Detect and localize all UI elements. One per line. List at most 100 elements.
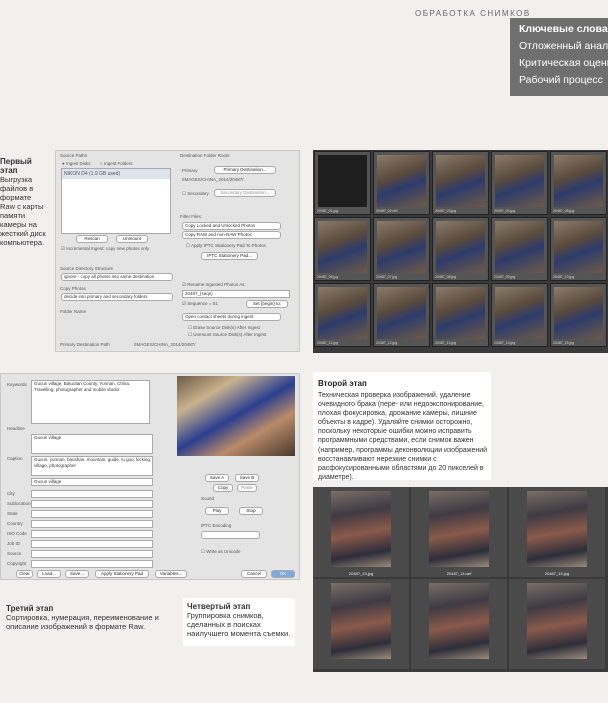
- stage1-title: Первый этап: [0, 157, 32, 175]
- primary-destination-button[interactable]: Primary Destination...: [214, 166, 276, 174]
- preview-thumbnail[interactable]: [313, 579, 409, 669]
- copy-button[interactable]: Copy: [213, 484, 233, 492]
- contact-thumbnail[interactable]: 20487_12.jpg: [373, 283, 430, 347]
- stage4-caption: Четвертый этап Группировка снимков, сдел…: [183, 598, 295, 646]
- keyword-item: Критическая оценка: [519, 57, 608, 69]
- preview-sheet: 20487_13.jpg 20487_14.nef 20487_15.jpg: [313, 487, 608, 672]
- thumbnail-label: 20487_09.jpg: [494, 275, 516, 279]
- contact-thumbnail[interactable]: 20487_01.jpg: [314, 151, 371, 215]
- variables-button[interactable]: Variables...: [155, 570, 187, 578]
- load-button[interactable]: Load...: [37, 570, 61, 578]
- contact-thumbnail[interactable]: 20487_04.jpg: [491, 151, 548, 215]
- thumbnail-label: 20487_01.jpg: [317, 209, 339, 213]
- paste-button[interactable]: Paste: [237, 484, 257, 492]
- iptc-row-field[interactable]: [31, 510, 153, 518]
- secondary-checkbox[interactable]: ☐ Secondary: [182, 191, 209, 197]
- disk-item[interactable]: NIKON D4 (1.9 GB used): [62, 169, 170, 179]
- iptc-row-field[interactable]: [31, 500, 153, 508]
- write-unicode-checkbox[interactable]: ☐ Write as Unicode: [201, 549, 240, 555]
- copy-photos-select[interactable]: decide into primary and secondary folder…: [61, 293, 173, 301]
- disk-list[interactable]: NIKON D4 (1.9 GB used): [61, 168, 171, 234]
- preview-label: 20487_14.nef: [446, 571, 472, 576]
- play-button[interactable]: Play: [205, 507, 229, 515]
- unmount-after-checkbox[interactable]: ☐ Unmount Source Disk(s) After Ingest: [188, 332, 266, 338]
- filter-raw-select[interactable]: Copy RAW and non-RAW Photos: [182, 231, 281, 239]
- iptc-dialog: Keywords Gucun village, Batuotan County,…: [0, 373, 300, 580]
- keywords-field[interactable]: Gucun village, Batuotan County, Yunnan, …: [31, 380, 150, 424]
- keyword-item: Отложенный анализ: [519, 40, 608, 52]
- photo-preview: [177, 376, 295, 456]
- iptc-row-field[interactable]: [31, 550, 153, 558]
- contact-thumbnail[interactable]: 20487_02.nef: [373, 151, 430, 215]
- stage3-text: Сортировка, нумерация, переименование и …: [6, 613, 159, 631]
- stage1-caption: Первый этап Выгрузка файлов в формате Ra…: [0, 157, 48, 247]
- iptc-encoding-label: IPTC Encoding: [201, 523, 232, 528]
- primary-label: Primary: [182, 168, 198, 173]
- iptc-row-field[interactable]: [31, 560, 153, 568]
- contact-thumbnail[interactable]: 20487_10.jpg: [550, 217, 607, 281]
- src-dir-select[interactable]: ignore - copy all photos into same desti…: [61, 273, 173, 281]
- contact-thumbnail[interactable]: 20487_06.jpg: [314, 217, 371, 281]
- preview-thumbnail[interactable]: 20487_14.nef: [411, 487, 507, 577]
- iptc-encoding-select[interactable]: [201, 531, 260, 539]
- iptc-row-field[interactable]: [31, 530, 153, 538]
- save-a-button[interactable]: Save A: [205, 474, 229, 482]
- ingest-disks-radio[interactable]: ● Ingest Disks: [62, 161, 90, 166]
- iptc-row-field[interactable]: [31, 490, 153, 498]
- rescan-button[interactable]: Rescan: [76, 235, 108, 243]
- ingest-folders-radio[interactable]: ○ Ingest Folders: [100, 161, 132, 166]
- apply-stationery-button[interactable]: Apply Stationery Pad: [95, 570, 149, 578]
- preview-thumbnail[interactable]: [509, 579, 605, 669]
- sequence-checkbox[interactable]: ☑ Sequence = 01: [182, 301, 218, 307]
- save-b-button[interactable]: Save B: [235, 474, 259, 482]
- unmount-button[interactable]: Unmount: [116, 235, 148, 243]
- contact-sheet: 20487_01.jpg 20487_02.nef 20487_03.jpg 2048…: [313, 150, 608, 353]
- stage4-title: Четвертый этап: [187, 602, 251, 611]
- secondary-destination-button[interactable]: Secondary Destination...: [214, 189, 276, 197]
- contact-thumbnail[interactable]: 20487_05.jpg: [550, 151, 607, 215]
- iptc-row-label: Source: [7, 551, 22, 556]
- preview-thumbnail[interactable]: 20487_13.jpg: [313, 487, 409, 577]
- incremental-checkbox[interactable]: ☑ Incremental Ingest: copy new photos on…: [61, 246, 149, 252]
- apply-iptc-checkbox[interactable]: ☐ Apply IPTC Stationery Pad To Photos: [186, 243, 266, 249]
- clear-button[interactable]: Clear: [16, 570, 33, 578]
- filter-lock-select[interactable]: Copy Locked and Unlocked Photos: [182, 222, 281, 230]
- rename-field[interactable]: 20487_{seqn}: [182, 290, 290, 298]
- src-dir-label: Source Directory Structure: [60, 266, 114, 271]
- preview-thumbnail[interactable]: 20487_15.jpg: [509, 487, 605, 577]
- details-field[interactable]: Gucun, yunnan, baoshan, mountain, guide,…: [31, 456, 153, 476]
- preview-thumbnail[interactable]: [411, 579, 507, 669]
- thumbnail-label: 20487_10.jpg: [553, 275, 575, 279]
- thumbnail-label: 20487_04.jpg: [494, 209, 516, 213]
- iptc-row-label: ISO Code: [7, 531, 27, 536]
- keywords-title: Ключевые слова: [519, 23, 608, 35]
- stop-button[interactable]: Stop: [239, 507, 263, 515]
- contact-thumbnail[interactable]: 20487_15.jpg: [550, 283, 607, 347]
- filter-files-label: Filter Files:: [180, 214, 203, 219]
- preview-label: 20487_15.jpg: [544, 571, 570, 576]
- iptc-row-field[interactable]: [31, 520, 153, 528]
- open-contact-select[interactable]: Open contact sheets during ingest: [182, 313, 281, 321]
- contact-thumbnail[interactable]: 20487_11.jpg: [314, 283, 371, 347]
- contact-thumbnail[interactable]: 20487_13.jpg: [432, 283, 489, 347]
- primary-path-value: /IMAGES/CHINA_2014/20487/: [134, 342, 196, 347]
- thumbnail-label: 20487_05.jpg: [553, 209, 575, 213]
- ok-button[interactable]: OK: [271, 570, 295, 578]
- thumbnail-label: 20487_13.jpg: [435, 341, 457, 345]
- contact-thumbnail[interactable]: 20487_09.jpg: [491, 217, 548, 281]
- save-button[interactable]: Save...: [65, 570, 89, 578]
- rename-checkbox[interactable]: ☑ Rename Ingested Photos As:: [182, 282, 246, 288]
- erase-checkbox[interactable]: ☐ Erase Source Disk(s) After Ingest: [188, 325, 260, 331]
- contact-thumbnail[interactable]: 20487_03.jpg: [432, 151, 489, 215]
- contact-thumbnail[interactable]: 20487_14.jpg: [491, 283, 548, 347]
- iptc-pad-button[interactable]: IPTC Stationery Pad...: [201, 252, 258, 260]
- thumbnail-label: 20487_12.jpg: [376, 341, 398, 345]
- contact-thumbnail[interactable]: 20487_07.jpg: [373, 217, 430, 281]
- stage3-caption: Третий этап Сортировка, нумерация, переи…: [0, 602, 185, 647]
- caption-field[interactable]: Gucun village: [31, 434, 153, 454]
- cancel-button[interactable]: Cancel: [241, 570, 267, 578]
- city-field[interactable]: Gucun village: [31, 478, 153, 486]
- set-begin-button[interactable]: Set {begin} to:: [246, 300, 288, 308]
- iptc-row-field[interactable]: [31, 540, 153, 548]
- contact-thumbnail[interactable]: 20487_08.jpg: [432, 217, 489, 281]
